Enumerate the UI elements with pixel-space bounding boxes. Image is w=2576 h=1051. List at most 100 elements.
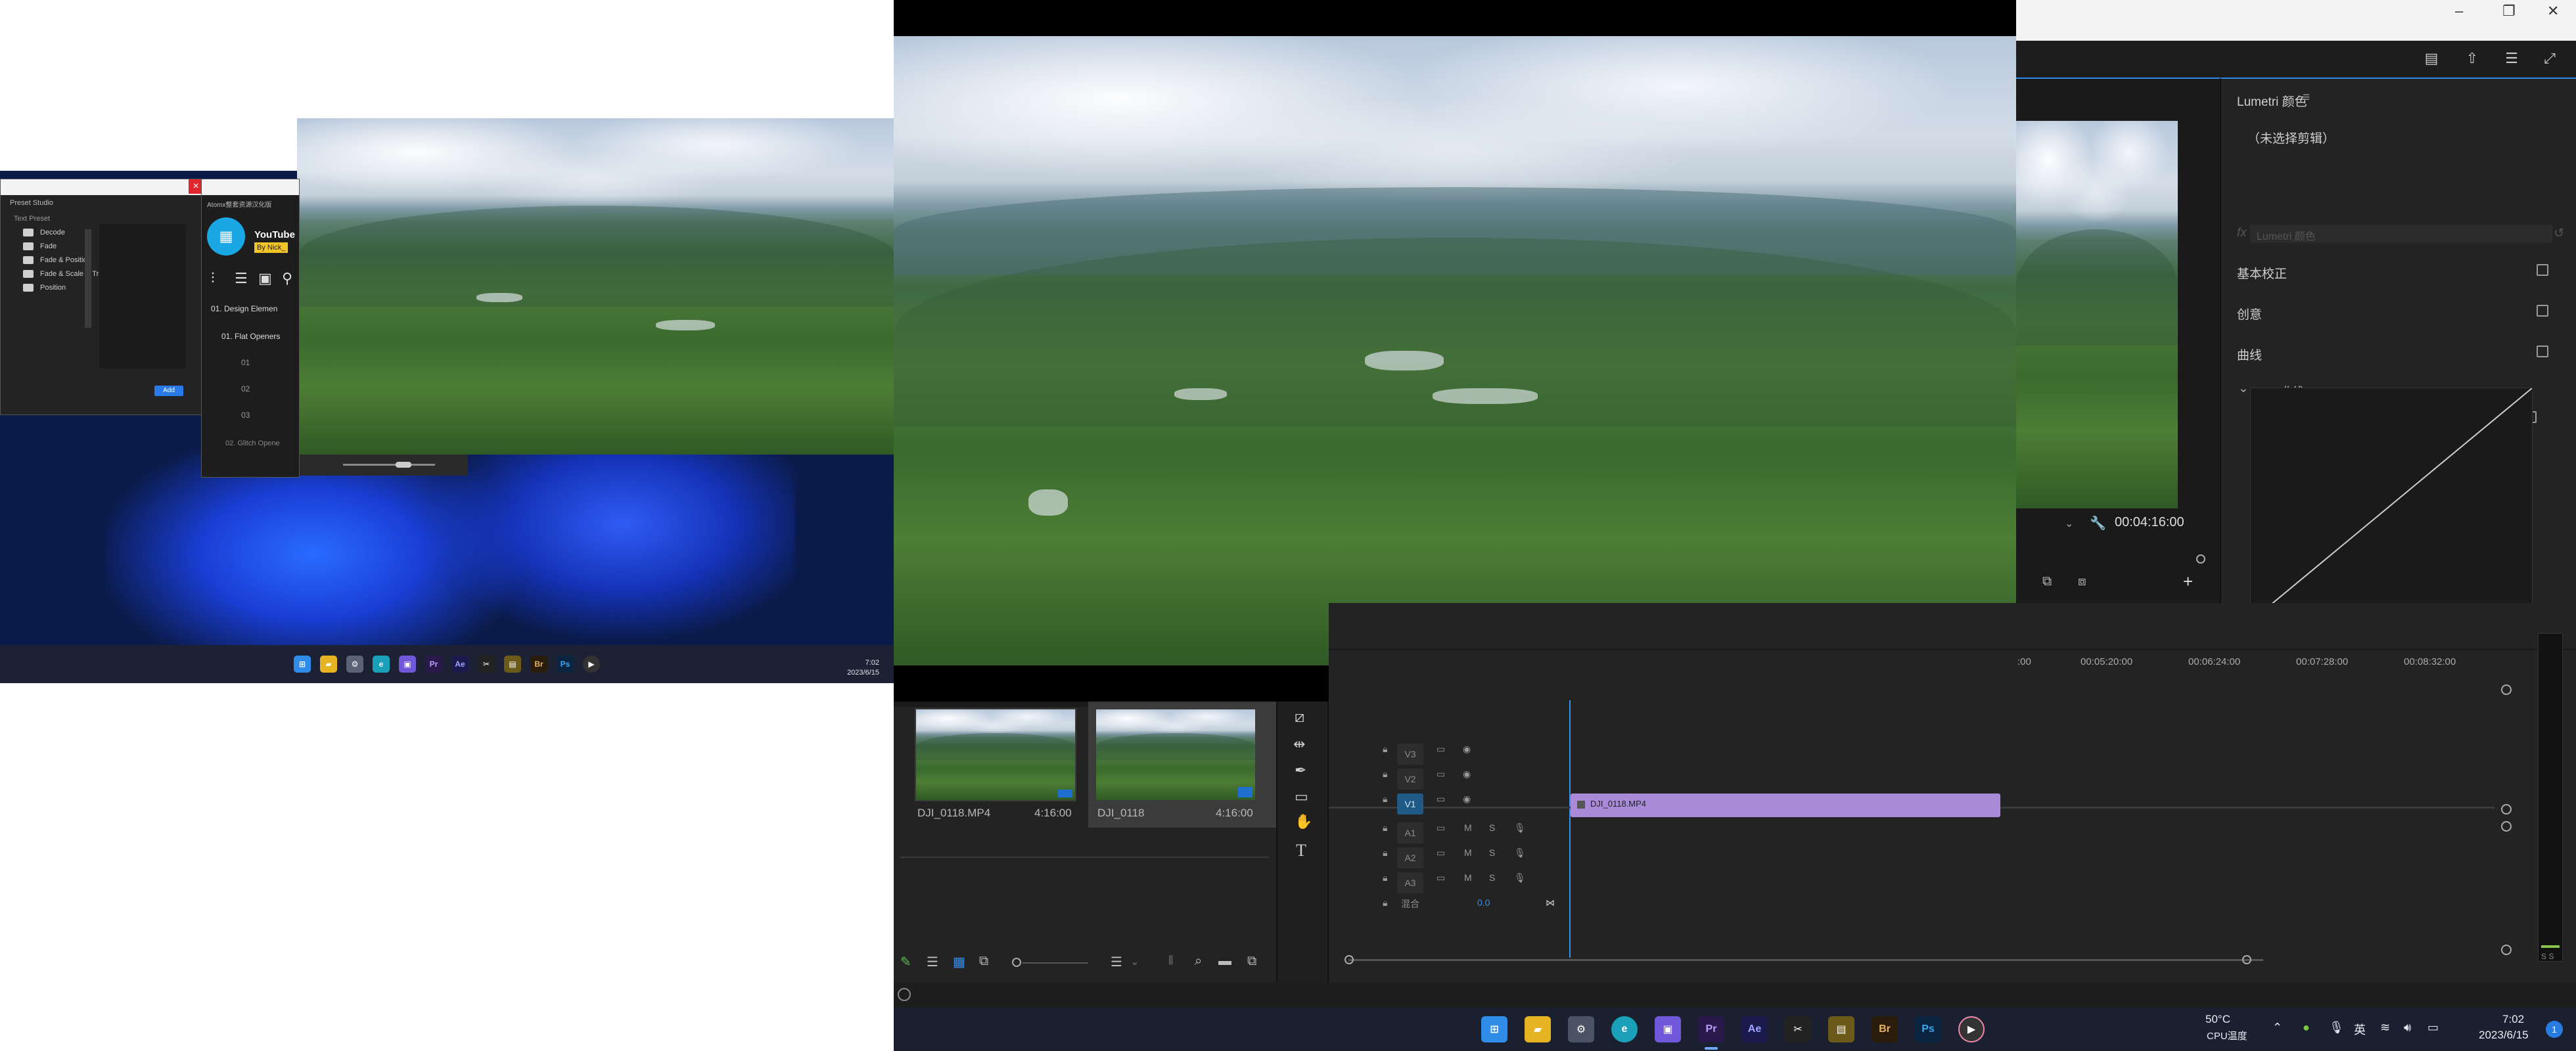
- mute-button[interactable]: M: [1464, 872, 1472, 883]
- section-checkbox[interactable]: [2537, 305, 2548, 317]
- bridge-icon[interactable]: Br: [530, 656, 547, 673]
- panel-title[interactable]: Lumetri 颜色: [2237, 92, 2307, 110]
- sync-icon[interactable]: ▭: [1437, 847, 1445, 859]
- clipchamp-icon[interactable]: ▣: [399, 656, 416, 673]
- lock-icon[interactable]: 🔒︎: [1383, 897, 1387, 908]
- audio-meter-label[interactable]: S S: [2541, 952, 2554, 961]
- media-player-icon[interactable]: ▶: [583, 656, 600, 673]
- premiere-icon[interactable]: Pr: [425, 656, 442, 673]
- capcut-icon[interactable]: ✂: [1785, 1016, 1811, 1042]
- wrench-icon[interactable]: 🔧: [2090, 515, 2106, 531]
- category-item[interactable]: 01. Flat Openers: [221, 332, 280, 341]
- lock-icon[interactable]: 🔒︎: [1383, 872, 1387, 883]
- project-item-thumbnail[interactable]: [1095, 708, 1256, 801]
- eye-icon[interactable]: ◉: [1463, 744, 1471, 755]
- pencil-icon[interactable]: ✎: [900, 954, 911, 970]
- bridge-icon[interactable]: Br: [1872, 1016, 1898, 1042]
- track-target-a1[interactable]: A1: [1397, 822, 1423, 843]
- track-target-v2[interactable]: V2: [1397, 769, 1423, 790]
- app-tray-icon[interactable]: ●: [2303, 1021, 2310, 1035]
- track-target-v1[interactable]: V1: [1397, 794, 1423, 815]
- sync-icon[interactable]: ▭: [1437, 822, 1445, 834]
- lock-icon[interactable]: 🔒︎: [1383, 794, 1387, 805]
- premiere-icon[interactable]: Pr: [1698, 1016, 1724, 1042]
- go-to-end-icon[interactable]: ⋈: [1546, 897, 1555, 908]
- track-target-a2[interactable]: A2: [1397, 847, 1423, 868]
- scroll-handle[interactable]: [2501, 945, 2512, 955]
- hand-tool-icon[interactable]: ✋: [1295, 813, 1312, 830]
- zoom-scrollbar[interactable]: [1348, 959, 2263, 961]
- fullscreen-icon[interactable]: ⤢: [2541, 50, 2559, 68]
- notification-badge[interactable]: 1: [2546, 1021, 2563, 1038]
- photoshop-icon[interactable]: Ps: [557, 656, 574, 673]
- mix-value[interactable]: 0.0: [1477, 897, 1490, 908]
- section-curves[interactable]: 曲线: [2237, 346, 2262, 363]
- time-ruler[interactable]: :00 00:05:20:00 00:06:24:00 00:07:28:00 …: [1329, 649, 2576, 675]
- list-item[interactable]: 01: [241, 358, 250, 367]
- rectangle-tool-icon[interactable]: ▭: [1295, 788, 1308, 805]
- microphone-icon[interactable]: 🎙︎: [1514, 847, 1526, 859]
- settings-icon[interactable]: ⚙: [1568, 1016, 1594, 1042]
- media-player-icon[interactable]: ▶: [1958, 1016, 1985, 1042]
- reset-icon[interactable]: ↺: [2554, 226, 2564, 241]
- freeform-view-icon[interactable]: ⧉: [979, 954, 988, 969]
- lift-icon[interactable]: ⧉: [2042, 574, 2052, 589]
- battery-icon[interactable]: ▭: [2427, 1021, 2439, 1035]
- category-item[interactable]: 01. Design Elemen: [211, 304, 277, 313]
- pen-tool-icon[interactable]: ✒: [1295, 762, 1306, 779]
- sliders-icon[interactable]: ⫶: [211, 270, 215, 287]
- share-icon[interactable]: ⇧: [2463, 50, 2481, 68]
- app-icon[interactable]: ▤: [504, 656, 521, 673]
- status-icon[interactable]: [898, 988, 911, 1001]
- sync-icon[interactable]: ▭: [1437, 744, 1445, 755]
- after-effects-icon[interactable]: Ae: [1741, 1016, 1768, 1042]
- add-button-icon[interactable]: +: [2183, 571, 2193, 592]
- file-explorer-icon[interactable]: ▰: [320, 656, 337, 673]
- windows-start-icon[interactable]: ⊞: [1481, 1016, 1507, 1042]
- new-bin-icon[interactable]: ▬: [1218, 954, 1231, 969]
- lock-icon[interactable]: 🔒︎: [1383, 822, 1387, 834]
- chevron-down-icon[interactable]: ⌄: [2065, 517, 2073, 530]
- clipchamp-icon[interactable]: ▣: [1655, 1016, 1681, 1042]
- chevron-up-icon[interactable]: ⌃: [2272, 1021, 2282, 1035]
- new-item-icon[interactable]: ⧉: [1247, 954, 1256, 969]
- panel-menu-icon[interactable]: ≡: [2303, 91, 2310, 105]
- section-checkbox[interactable]: [2537, 346, 2548, 357]
- project-item-name[interactable]: DJI_0118: [1097, 807, 1145, 820]
- clock-time[interactable]: 7:02: [2502, 1013, 2524, 1026]
- lock-icon[interactable]: 🔒︎: [1383, 847, 1387, 859]
- selection-tool-icon[interactable]: ⧄: [1295, 708, 1304, 727]
- sync-icon[interactable]: ▭: [1437, 769, 1445, 780]
- eye-icon[interactable]: ◉: [1463, 794, 1471, 805]
- lock-icon[interactable]: 🔒︎: [1383, 769, 1387, 780]
- clock-date[interactable]: 2023/6/15: [2479, 1029, 2529, 1042]
- sort-icon[interactable]: ☰: [1111, 954, 1122, 970]
- list-icon[interactable]: ☰: [235, 270, 248, 287]
- minimize-icon[interactable]: –: [2455, 3, 2463, 20]
- file-explorer-icon[interactable]: ▰: [1525, 1016, 1551, 1042]
- timeline-clip[interactable]: DJI_0118.MP4: [1571, 794, 2000, 817]
- photoshop-icon[interactable]: Ps: [1915, 1016, 1941, 1042]
- category-item[interactable]: 02. Glitch Opene: [225, 439, 280, 447]
- automate-icon[interactable]: ⫼: [1168, 955, 1173, 967]
- close-icon[interactable]: ✕: [2547, 3, 2559, 20]
- wifi-icon[interactable]: ≋: [2380, 1021, 2390, 1035]
- add-button[interactable]: Add: [154, 386, 183, 396]
- icon-view-icon[interactable]: ▦: [953, 954, 965, 970]
- section-checkbox[interactable]: [2537, 264, 2548, 276]
- program-monitor-video[interactable]: [894, 36, 2016, 665]
- zoom-slider-handle[interactable]: [1012, 958, 1021, 967]
- restore-icon[interactable]: ❐: [2502, 3, 2516, 20]
- microphone-icon[interactable]: 🎙︎: [2329, 1021, 2344, 1035]
- settings-icon[interactable]: ⚙: [346, 656, 363, 673]
- mute-button[interactable]: M: [1464, 847, 1472, 858]
- mute-button[interactable]: M: [1464, 822, 1472, 833]
- program-monitor-frame[interactable]: [2016, 121, 2178, 508]
- app-icon[interactable]: ▤: [1828, 1016, 1854, 1042]
- effect-selector[interactable]: Lumetri 颜色: [2250, 225, 2552, 243]
- solo-button[interactable]: S: [1489, 872, 1495, 883]
- settings-icon[interactable]: ☰: [2502, 50, 2521, 68]
- search-icon[interactable]: ⌕: [1195, 954, 1202, 969]
- image-icon[interactable]: ▣: [258, 270, 272, 287]
- list-item[interactable]: 03: [241, 411, 250, 420]
